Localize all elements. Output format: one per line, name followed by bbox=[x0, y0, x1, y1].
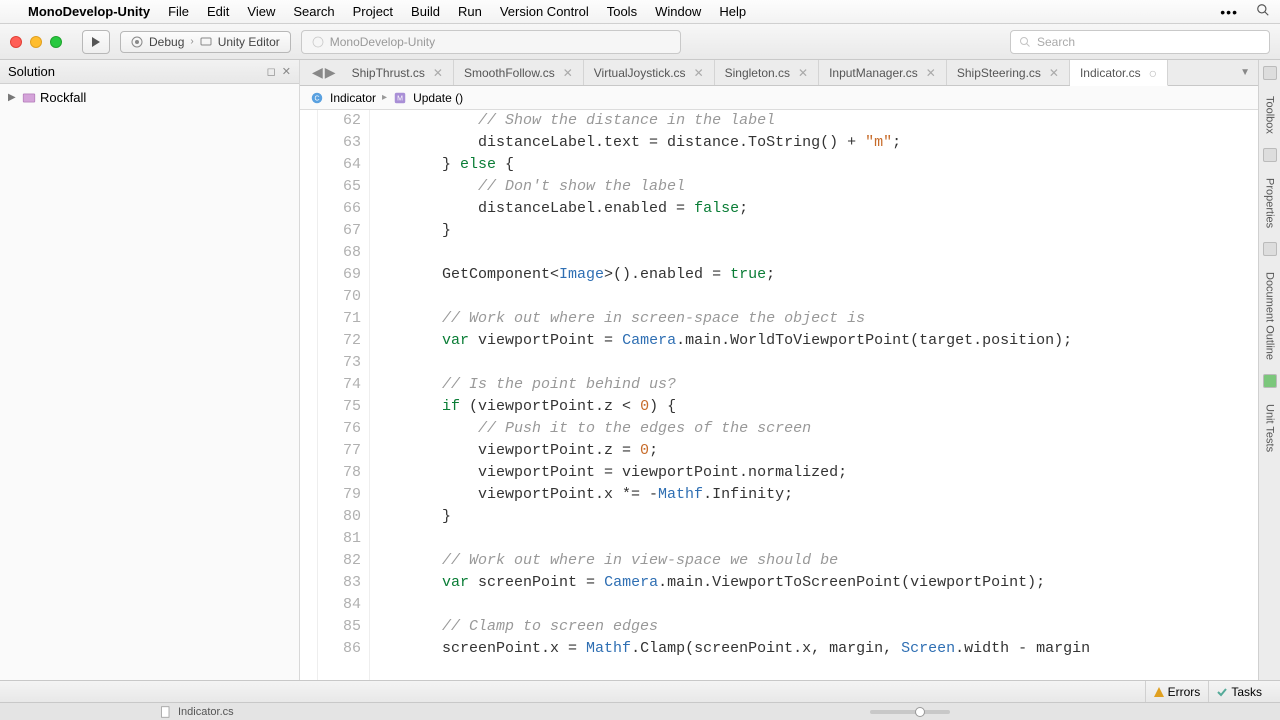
method-icon: M bbox=[393, 91, 407, 105]
nav-forward-button[interactable]: ▶ bbox=[325, 64, 336, 81]
run-button[interactable] bbox=[82, 30, 110, 54]
rail-document-outline[interactable]: Document Outline bbox=[1264, 266, 1276, 366]
status-display: MonoDevelop-Unity bbox=[301, 30, 681, 54]
toolbox-icon[interactable] bbox=[1263, 66, 1277, 80]
right-tool-rail: Toolbox Properties Document Outline Unit… bbox=[1258, 60, 1280, 680]
rail-unit-tests[interactable]: Unit Tests bbox=[1264, 398, 1276, 458]
overflow-icon[interactable]: ••• bbox=[1220, 4, 1238, 20]
tab-label: ShipSteering.cs bbox=[957, 66, 1041, 80]
rail-toolbox[interactable]: Toolbox bbox=[1264, 90, 1276, 140]
tab-label: ShipThrust.cs bbox=[352, 66, 425, 80]
search-icon bbox=[1019, 36, 1031, 48]
window-controls bbox=[10, 36, 62, 48]
tab-shipsteering[interactable]: ShipSteering.cs ✕ bbox=[947, 60, 1070, 85]
menu-search[interactable]: Search bbox=[293, 4, 334, 19]
os-menubar: MonoDevelop-Unity File Edit View Search … bbox=[0, 0, 1280, 24]
errors-label: Errors bbox=[1168, 685, 1201, 699]
tab-label: InputManager.cs bbox=[829, 66, 918, 80]
tab-inputmanager[interactable]: InputManager.cs ✕ bbox=[819, 60, 947, 85]
breadcrumb-class[interactable]: Indicator bbox=[330, 91, 376, 105]
tab-close-icon[interactable]: ✕ bbox=[433, 66, 443, 80]
tab-virtualjoystick[interactable]: VirtualJoystick.cs ✕ bbox=[584, 60, 715, 85]
file-icon bbox=[160, 706, 172, 718]
run-configuration-selector[interactable]: Debug › Unity Editor bbox=[120, 31, 291, 53]
zoom-slider[interactable] bbox=[870, 710, 950, 714]
disclosure-triangle-icon[interactable]: ▶ bbox=[8, 92, 18, 103]
tab-label: Singleton.cs bbox=[725, 66, 790, 80]
tab-close-icon[interactable]: ✕ bbox=[1049, 66, 1059, 80]
document-outline-icon[interactable] bbox=[1263, 242, 1277, 256]
docbar-filename[interactable]: Indicator.cs bbox=[178, 706, 234, 718]
editor-tabs: ◀ ▶ ShipThrust.cs✕SmoothFollow.cs✕Virtua… bbox=[300, 60, 1258, 86]
target-icon bbox=[131, 36, 143, 48]
zoom-window-button[interactable] bbox=[50, 36, 62, 48]
tab-smoothfollow[interactable]: SmoothFollow.cs ✕ bbox=[454, 60, 584, 85]
solution-tree[interactable]: ▶ Rockfall bbox=[0, 84, 299, 111]
tab-close-icon[interactable]: ✕ bbox=[563, 66, 573, 80]
class-icon: C bbox=[310, 91, 324, 105]
breadcrumb-method[interactable]: Update () bbox=[413, 91, 463, 105]
menu-window[interactable]: Window bbox=[655, 4, 701, 19]
tab-dirty-icon[interactable]: ○ bbox=[1149, 66, 1157, 80]
tab-close-icon[interactable]: ✕ bbox=[798, 66, 808, 80]
tab-label: SmoothFollow.cs bbox=[464, 66, 555, 80]
menu-edit[interactable]: Edit bbox=[207, 4, 229, 19]
menu-help[interactable]: Help bbox=[719, 4, 746, 19]
solution-pane: Solution ◻ ✕ ▶ Rockfall bbox=[0, 60, 300, 680]
menu-build[interactable]: Build bbox=[411, 4, 440, 19]
svg-text:M: M bbox=[397, 95, 403, 102]
pane-close-icon[interactable]: ✕ bbox=[282, 65, 291, 78]
tab-close-icon[interactable]: ✕ bbox=[694, 66, 704, 80]
menu-tools[interactable]: Tools bbox=[607, 4, 637, 19]
solution-title: Solution bbox=[8, 64, 55, 79]
chevron-right-icon: ▸ bbox=[382, 92, 387, 103]
chevron-right-icon: › bbox=[190, 36, 193, 47]
menu-project[interactable]: Project bbox=[353, 4, 393, 19]
tab-singleton[interactable]: Singleton.cs ✕ bbox=[715, 60, 819, 85]
unit-tests-icon[interactable] bbox=[1263, 374, 1277, 388]
search-input[interactable]: Search bbox=[1010, 30, 1270, 54]
rail-properties[interactable]: Properties bbox=[1264, 172, 1276, 234]
editor-breadcrumb[interactable]: C Indicator ▸ M Update () bbox=[300, 86, 1258, 110]
menu-view[interactable]: View bbox=[247, 4, 275, 19]
app-toolbar: Debug › Unity Editor MonoDevelop-Unity S… bbox=[0, 24, 1280, 60]
device-icon bbox=[200, 36, 212, 48]
properties-icon[interactable] bbox=[1263, 148, 1277, 162]
spotlight-icon[interactable] bbox=[1256, 3, 1270, 20]
tree-item-rockfall[interactable]: ▶ Rockfall bbox=[6, 88, 293, 107]
tab-label: VirtualJoystick.cs bbox=[594, 66, 686, 80]
menu-run[interactable]: Run bbox=[458, 4, 482, 19]
app-menu[interactable]: MonoDevelop-Unity bbox=[28, 4, 150, 19]
svg-text:C: C bbox=[314, 95, 319, 102]
search-placeholder: Search bbox=[1037, 35, 1075, 49]
solution-pane-header: Solution ◻ ✕ bbox=[0, 60, 299, 84]
tasks-label: Tasks bbox=[1231, 685, 1262, 699]
line-number-gutter: 6263646566676869707172737475767778798081… bbox=[318, 110, 370, 680]
errors-pad-button[interactable]: Errors bbox=[1145, 681, 1209, 702]
config-debug-label: Debug bbox=[149, 35, 184, 49]
document-bar: Indicator.cs bbox=[0, 702, 1280, 720]
menu-file[interactable]: File bbox=[168, 4, 189, 19]
close-window-button[interactable] bbox=[10, 36, 22, 48]
tab-close-icon[interactable]: ✕ bbox=[926, 66, 936, 80]
status-text: MonoDevelop-Unity bbox=[330, 35, 435, 49]
menu-version-control[interactable]: Version Control bbox=[500, 4, 589, 19]
minimize-window-button[interactable] bbox=[30, 36, 42, 48]
status-bar: Errors Tasks bbox=[0, 680, 1280, 702]
app-icon bbox=[312, 36, 324, 48]
editor-area: ◀ ▶ ShipThrust.cs✕SmoothFollow.cs✕Virtua… bbox=[300, 60, 1258, 680]
nav-back-button[interactable]: ◀ bbox=[312, 64, 323, 81]
tasks-pad-button[interactable]: Tasks bbox=[1208, 681, 1270, 702]
tab-overflow-button[interactable]: ▼ bbox=[1232, 60, 1258, 85]
config-target-label: Unity Editor bbox=[218, 35, 280, 49]
tab-shipthrust[interactable]: ShipThrust.cs ✕ bbox=[342, 60, 454, 85]
pane-pin-icon[interactable]: ◻ bbox=[267, 65, 276, 78]
tree-item-label: Rockfall bbox=[40, 90, 86, 105]
task-icon bbox=[1217, 687, 1227, 697]
code-editor[interactable]: 6263646566676869707172737475767778798081… bbox=[300, 110, 1258, 680]
tab-indicator[interactable]: Indicator.cs ○ bbox=[1070, 60, 1168, 86]
tab-label: Indicator.cs bbox=[1080, 66, 1141, 80]
solution-icon bbox=[22, 91, 36, 105]
error-icon bbox=[1154, 687, 1164, 697]
